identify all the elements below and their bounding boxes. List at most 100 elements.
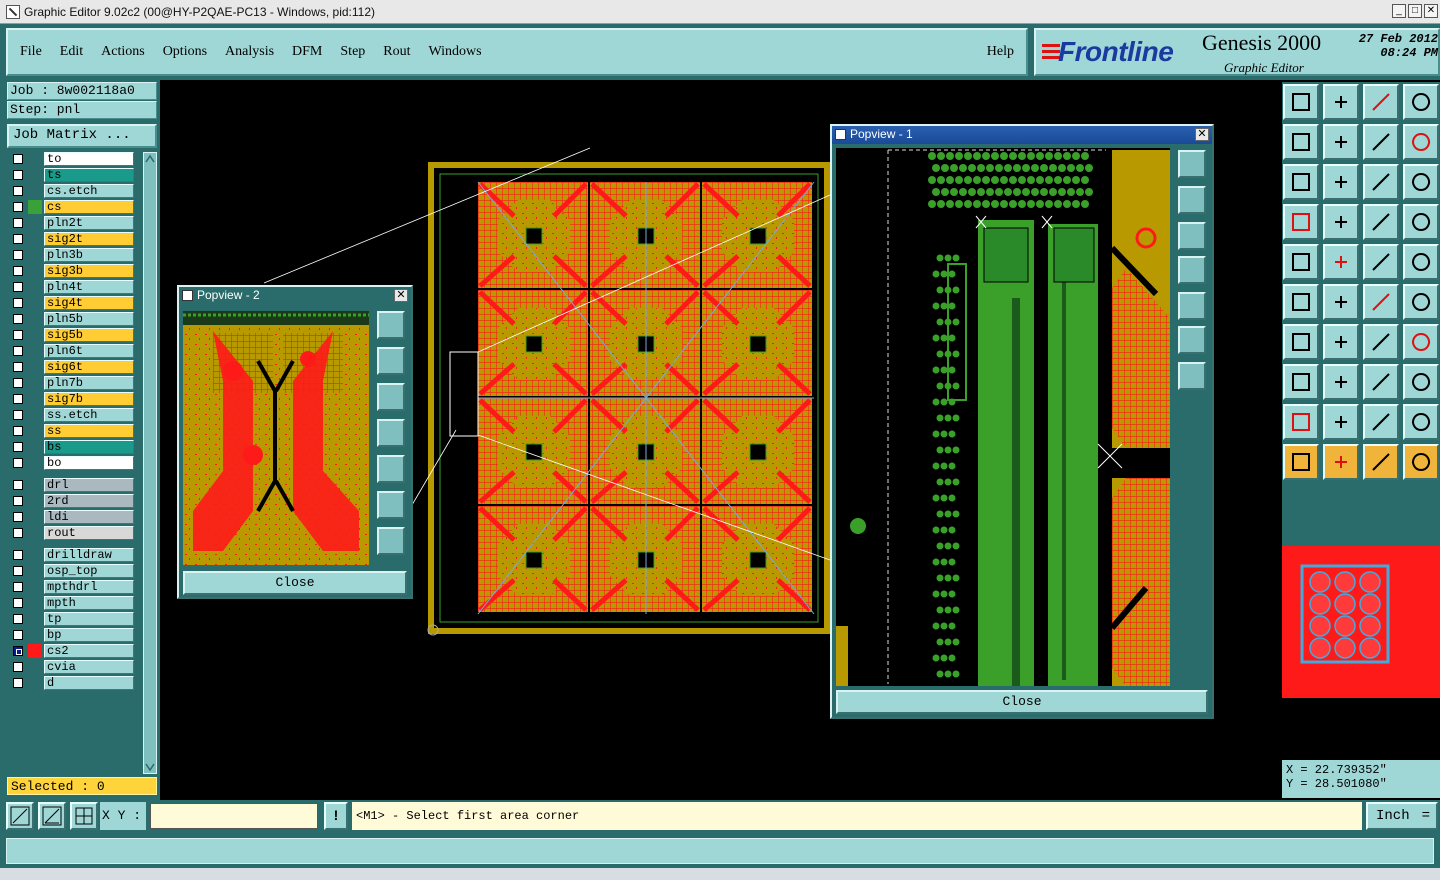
angle-b-icon[interactable]: [1323, 404, 1359, 440]
pv2-tool-6[interactable]: [377, 491, 405, 519]
layer-row-ss-etch[interactable]: ss.etch: [7, 408, 141, 422]
layer-checkbox[interactable]: [13, 314, 23, 324]
layer-row-bo[interactable]: bo: [7, 456, 141, 470]
layer-checkbox[interactable]: [13, 566, 23, 576]
delete-icon[interactable]: [1323, 284, 1359, 320]
angle-a-icon[interactable]: [1283, 404, 1319, 440]
pv2-tool-7[interactable]: [377, 527, 405, 555]
layer-row-sig6t[interactable]: sig6t: [7, 360, 141, 374]
layer-checkbox[interactable]: [13, 234, 23, 244]
pv2-tool-4[interactable]: [377, 419, 405, 447]
graphic-canvas[interactable]: Popview - 2 ✕ Close Popview - 1 ✕ Close: [160, 80, 1280, 800]
layer-checkbox[interactable]: [13, 598, 23, 608]
menu-help[interactable]: Help: [987, 44, 1014, 60]
menu-dfm[interactable]: DFM: [292, 44, 322, 60]
layer-row-pln7b[interactable]: pln7b: [7, 376, 141, 390]
pv2-tool-1[interactable]: [377, 311, 405, 339]
layer-name[interactable]: ss.etch: [44, 408, 134, 422]
close-icon[interactable]: ✕: [1424, 4, 1438, 18]
layer-row-cs-etch[interactable]: cs.etch: [7, 184, 141, 198]
layer-row-pln6t[interactable]: pln6t: [7, 344, 141, 358]
layer-color-swatch[interactable]: [28, 548, 42, 562]
layer-color-swatch[interactable]: [28, 360, 42, 374]
layer-color-swatch[interactable]: [28, 628, 42, 642]
layer-checkbox[interactable]: [13, 218, 23, 228]
layer-color-swatch[interactable]: [28, 456, 42, 470]
popview-1-window[interactable]: Popview - 1 ✕ Close: [830, 124, 1214, 719]
layer-name[interactable]: osp_top: [44, 564, 134, 578]
layer-name[interactable]: ts: [44, 168, 134, 182]
layer-color-swatch[interactable]: [28, 152, 42, 166]
layer-color-swatch[interactable]: [28, 660, 42, 674]
layer-name[interactable]: 2rd: [44, 494, 134, 508]
pv1-tool-6[interactable]: [1178, 326, 1206, 354]
pointer-icon[interactable]: [1283, 444, 1319, 480]
dot-icon[interactable]: [1403, 244, 1439, 280]
layer-name[interactable]: pln7b: [44, 376, 134, 390]
layer-row-sig3b[interactable]: sig3b: [7, 264, 141, 278]
undo-zoom-icon[interactable]: [1363, 124, 1399, 160]
layer-checkbox[interactable]: [13, 410, 23, 420]
contour-icon[interactable]: [1323, 244, 1359, 280]
layer-checkbox[interactable]: [13, 458, 23, 468]
pv1-tool-2[interactable]: [1178, 186, 1206, 214]
angle-c-icon[interactable]: [1363, 404, 1399, 440]
pv1-tool-4[interactable]: [1178, 256, 1206, 284]
net-icon[interactable]: [1403, 444, 1439, 480]
layer-row-drilldraw[interactable]: drilldraw: [7, 548, 141, 562]
menu-rout[interactable]: Rout: [383, 44, 410, 60]
layer-row-sig2t[interactable]: sig2t: [7, 232, 141, 246]
layer-name[interactable]: bs: [44, 440, 134, 454]
layer-color-swatch[interactable]: [28, 248, 42, 262]
layer-color-swatch[interactable]: [28, 184, 42, 198]
layer-color-swatch[interactable]: [28, 494, 42, 508]
grid-snap-icon[interactable]: [70, 802, 98, 830]
layer-name[interactable]: cs.etch: [44, 184, 134, 198]
menu-file[interactable]: File: [20, 44, 42, 60]
layer-color-swatch[interactable]: [28, 344, 42, 358]
layer-row-mpth[interactable]: mpth: [7, 596, 141, 610]
layer-row-2rd[interactable]: 2rd: [7, 494, 141, 508]
layer-name[interactable]: pln6t: [44, 344, 134, 358]
layer-color-swatch[interactable]: [28, 596, 42, 610]
layer-color-swatch[interactable]: [28, 312, 42, 326]
select-alt-icon[interactable]: [1363, 444, 1399, 480]
overview-minimap[interactable]: [1282, 546, 1440, 698]
layer-name[interactable]: d: [44, 676, 134, 690]
close-icon[interactable]: ✕: [394, 289, 408, 302]
layer-row-bp[interactable]: bp: [7, 628, 141, 642]
pv1-tool-3[interactable]: [1178, 222, 1206, 250]
layer-color-swatch[interactable]: [28, 392, 42, 406]
layer-checkbox[interactable]: [13, 614, 23, 624]
layer-name[interactable]: cs2: [44, 644, 134, 658]
menu-windows[interactable]: Windows: [429, 44, 482, 60]
layer-checkbox[interactable]: [13, 480, 23, 490]
home-icon[interactable]: [1363, 84, 1399, 120]
pv1-tool-5[interactable]: [1178, 292, 1206, 320]
menu-analysis[interactable]: Analysis: [225, 44, 274, 60]
select-icon[interactable]: [1323, 444, 1359, 480]
layer-name[interactable]: cvia: [44, 660, 134, 674]
layer-color-swatch[interactable]: [28, 328, 42, 342]
layer-checkbox[interactable]: [13, 550, 23, 560]
layer-row-pln2t[interactable]: pln2t: [7, 216, 141, 230]
layer-name[interactable]: ldi: [44, 510, 134, 524]
popview-1-close-button[interactable]: Close: [836, 690, 1208, 714]
layer-name[interactable]: pln4t: [44, 280, 134, 294]
layer-row-pln4t[interactable]: pln4t: [7, 280, 141, 294]
layer-name[interactable]: bp: [44, 628, 134, 642]
layer-row-rout[interactable]: rout: [7, 526, 141, 540]
add-pad-icon[interactable]: [1283, 364, 1319, 400]
layer-checkbox[interactable]: [13, 378, 23, 388]
slash-icon[interactable]: [1323, 324, 1359, 360]
layer-name[interactable]: pln3b: [44, 248, 134, 262]
layer-checkbox[interactable]: [13, 330, 23, 340]
layer-name[interactable]: rout: [44, 526, 134, 540]
layer-checkbox[interactable]: [13, 154, 23, 164]
cluster-icon[interactable]: [1403, 364, 1439, 400]
redraw-icon[interactable]: [1403, 124, 1439, 160]
menu-step[interactable]: Step: [340, 44, 365, 60]
layer-checkbox[interactable]: [13, 582, 23, 592]
layer-color-swatch[interactable]: [28, 376, 42, 390]
snap-icon[interactable]: [6, 802, 34, 830]
